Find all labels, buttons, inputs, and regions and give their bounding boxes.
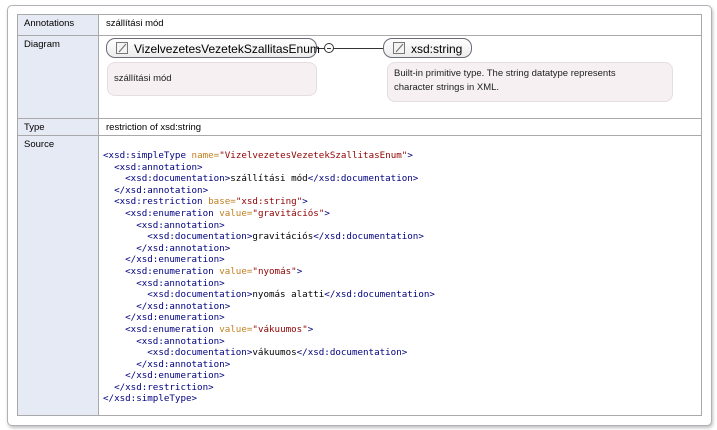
base-doc-line2: character strings in XML. [394, 82, 500, 93]
collapse-minus-icon[interactable] [324, 43, 334, 53]
enum-doc-0: gravitációs [252, 231, 314, 243]
diagram-label: Diagram [17, 35, 99, 119]
enum-value-0: gravitációs [257, 207, 319, 219]
type-row: Type restriction of xsd:string [17, 118, 702, 136]
enum-value-1: nyomás [257, 265, 292, 277]
type-value: restriction of xsd:string [98, 118, 702, 136]
schema-component-panel: Annotations szállítási mód Diagram száll… [7, 5, 712, 426]
enum-value-2: vákuumos [257, 323, 303, 335]
enum-doc-box: szállítási mód [107, 62, 317, 96]
enum-type-name: VizelvezetesVezetekSzallitasEnum [134, 42, 320, 56]
simple-type-icon [393, 42, 405, 54]
enum-doc-2: vákuumos [252, 347, 297, 359]
enum-type-box[interactable]: VizelvezetesVezetekSzallitasEnum [106, 38, 320, 58]
source-row: Source <xsd:simpleType name="Vizelvezete… [17, 135, 702, 416]
source-cell: <xsd:simpleType name="VizelvezetesVezete… [98, 135, 702, 416]
source-documentation: szállítási mód [230, 173, 308, 185]
annotations-label: Annotations [17, 14, 99, 36]
properties-table: Annotations szállítási mód Diagram száll… [17, 14, 702, 416]
source-label: Source [17, 135, 99, 416]
source-code: <xsd:simpleType name="VizelvezetesVezete… [103, 150, 435, 405]
source-type-name: VizelvezetesVezetekSzallitasEnum [224, 150, 402, 161]
base-doc-line1: Built-in primitive type. The string data… [394, 68, 616, 79]
diagram-row: Diagram szállítási mód Built-in primitiv… [17, 35, 702, 119]
source-restriction-base: xsd:string [241, 196, 297, 208]
diagram-cell: szállítási mód Built-in primitive type. … [98, 35, 702, 119]
enum-doc-1: nyomás alatti [252, 289, 325, 301]
base-type-box[interactable]: xsd:string [383, 38, 472, 58]
base-doc-box: Built-in primitive type. The string data… [387, 62, 673, 102]
annotations-value: szállítási mód [98, 14, 702, 36]
diagram-canvas: szállítási mód Built-in primitive type. … [99, 36, 701, 116]
simple-type-icon [116, 42, 128, 54]
enum-doc-text: szállítási mód [114, 73, 172, 84]
type-label: Type [17, 118, 99, 136]
base-type-name: xsd:string [411, 42, 463, 56]
annotations-row: Annotations szállítási mód [17, 14, 702, 36]
